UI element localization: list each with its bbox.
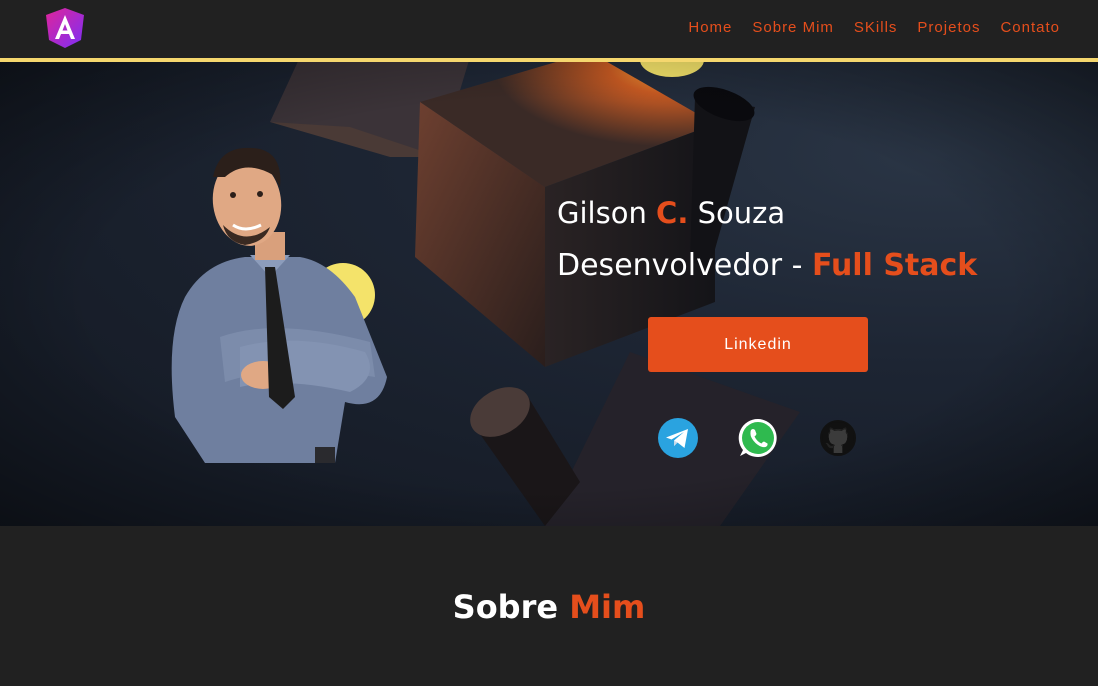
about-section: Sobre Mim (0, 526, 1098, 686)
nav-links: Home Sobre Mim SKills Projetos Contato (688, 19, 1060, 36)
name-last: Souza (688, 196, 786, 230)
nav-sobre-mim[interactable]: Sobre Mim (752, 19, 834, 36)
about-title-highlight: Mim (569, 588, 646, 626)
telegram-icon (658, 418, 698, 458)
whatsapp-link[interactable] (736, 416, 780, 460)
angular-logo-icon[interactable] (45, 7, 85, 49)
linkedin-button[interactable]: Linkedin (648, 317, 868, 372)
nav-skills[interactable]: SKills (854, 19, 898, 36)
navbar: Home Sobre Mim SKills Projetos Contato (0, 0, 1098, 58)
github-link[interactable] (816, 416, 860, 460)
role-highlight: Full Stack (811, 248, 978, 283)
hero-section: Gilson C. Souza Desenvolvedor - Full Sta… (0, 62, 1098, 526)
telegram-link[interactable] (656, 416, 700, 460)
avatar-3d-man-icon (171, 147, 387, 463)
nav-projetos[interactable]: Projetos (917, 19, 980, 36)
about-title: Sobre Mim (0, 588, 1098, 626)
name-first: Gilson (557, 196, 657, 230)
hero-role: Desenvolvedor - Full Stack (557, 248, 977, 283)
name-middle: C. (656, 196, 689, 230)
github-icon (820, 420, 856, 456)
hero-name: Gilson C. Souza (557, 196, 785, 230)
nav-home[interactable]: Home (688, 19, 732, 36)
whatsapp-icon (738, 418, 777, 457)
about-title-text: Sobre (452, 588, 570, 626)
nav-contato[interactable]: Contato (1000, 19, 1060, 36)
role-prefix: Desenvolvedor - (557, 248, 812, 283)
